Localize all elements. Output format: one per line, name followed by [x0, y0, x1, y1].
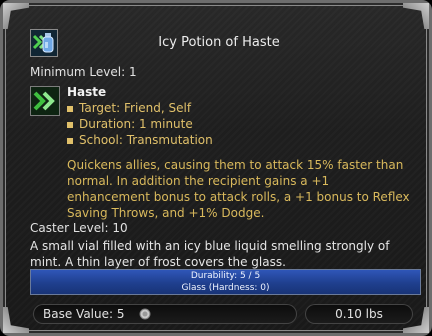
effect-name: Haste	[67, 85, 107, 99]
corner-ornament	[403, 3, 429, 29]
durability-value: Durability: 5 / 5	[190, 271, 261, 281]
durability-bar: Durability: 5 / 5 Glass (Hardness: 0)	[30, 269, 421, 295]
effect-properties: Target: Friend, Self Duration: 1 minute …	[67, 100, 213, 148]
list-item: Duration: 1 minute	[67, 116, 213, 132]
list-item: School: Transmutation	[67, 132, 213, 148]
item-tooltip: Icy Potion of Haste Minimum Level: 1 Has…	[0, 0, 432, 336]
base-value-panel: Base Value: 5	[33, 304, 297, 324]
effect-description: Quickens allies, causing them to attack …	[67, 158, 410, 220]
weight-panel: 0.10 lbs	[305, 304, 413, 324]
item-weight: 0.10 lbs	[335, 307, 383, 321]
item-title: Icy Potion of Haste	[158, 35, 280, 50]
corner-ornament	[3, 307, 29, 333]
corner-ornament	[3, 3, 29, 29]
bullet-icon	[67, 137, 73, 144]
flavor-text: A small vial filled with an icy blue liq…	[30, 239, 390, 269]
haste-chevrons-icon	[30, 86, 60, 116]
bullet-icon	[67, 105, 73, 112]
list-item: Target: Friend, Self	[67, 100, 213, 116]
base-value: Base Value: 5	[43, 307, 125, 321]
caster-level: Caster Level: 10	[30, 221, 128, 235]
minimum-level: Minimum Level: 1	[30, 65, 137, 79]
silver-coin-icon	[139, 308, 151, 320]
bullet-icon	[67, 121, 73, 128]
material-hardness: Glass (Hardness: 0)	[181, 283, 270, 293]
